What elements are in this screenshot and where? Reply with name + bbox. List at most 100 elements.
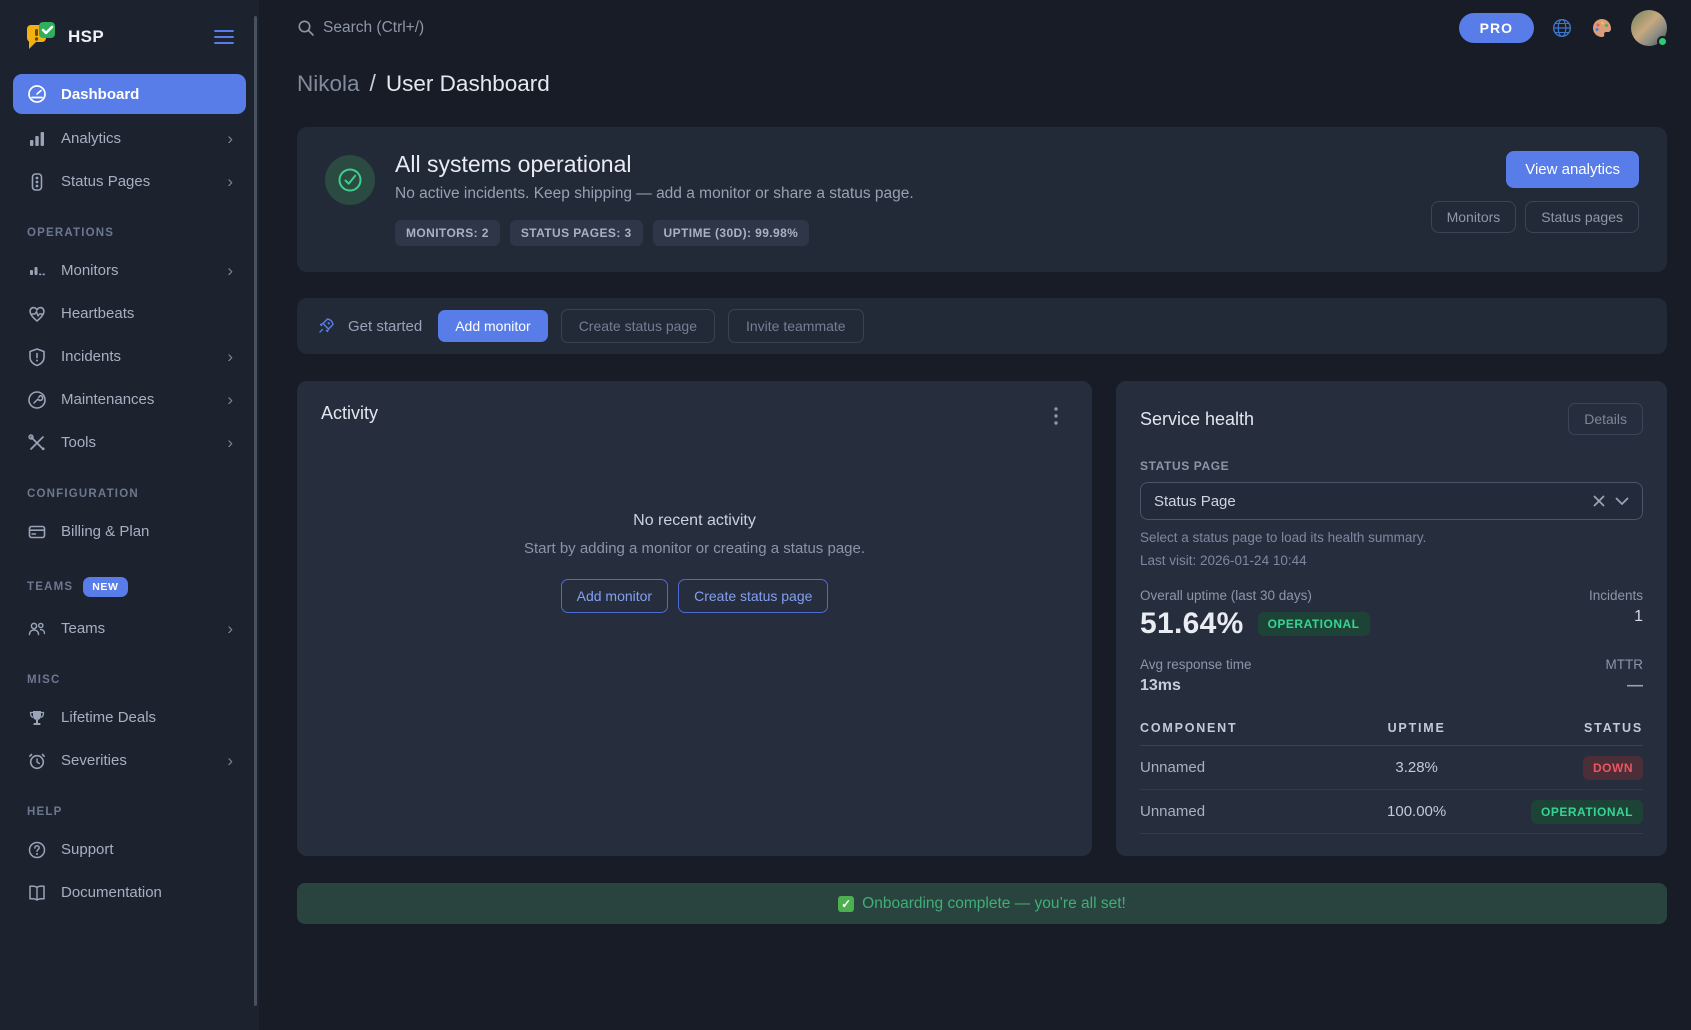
sidebar-item-monitors[interactable]: Monitors › <box>13 249 246 292</box>
section-label: OPERATIONS <box>27 227 114 239</box>
empty-create-status-page-button[interactable]: Create status page <box>678 579 828 613</box>
sidebar-item-label: Billing & Plan <box>61 523 233 540</box>
sidebar-item-tools[interactable]: Tools › <box>13 421 246 464</box>
details-button[interactable]: Details <box>1568 403 1643 435</box>
section-label: CONFIGURATION <box>27 488 139 500</box>
get-started-label: Get started <box>348 318 422 335</box>
chevron-right-icon: › <box>227 752 233 769</box>
sidebar-item-teams[interactable]: Teams › <box>13 607 246 650</box>
hamburger-menu-icon[interactable] <box>211 27 237 47</box>
create-status-page-button[interactable]: Create status page <box>561 309 715 343</box>
app-logo-icon <box>24 20 58 54</box>
tools-icon <box>26 433 47 453</box>
column-header-component: COMPONENT <box>1140 713 1341 746</box>
globe-icon[interactable] <box>1551 17 1573 39</box>
column-header-status: STATUS <box>1492 713 1643 746</box>
avg-response-value: 13ms <box>1140 677 1252 695</box>
table-row[interactable]: Unnamed 3.28% DOWN <box>1140 746 1643 790</box>
check-circle-icon <box>325 155 375 205</box>
avg-response-label: Avg response time <box>1140 657 1252 672</box>
down-status-badge: DOWN <box>1583 756 1643 780</box>
sidebar-item-label: Analytics <box>61 130 213 147</box>
theme-palette-icon[interactable] <box>1590 16 1614 40</box>
monitors-button[interactable]: Monitors <box>1431 201 1517 233</box>
sidebar-item-analytics[interactable]: Analytics › <box>13 117 246 160</box>
invite-teammate-button[interactable]: Invite teammate <box>728 309 864 343</box>
sidebar: HSP Dashboard Analytics › Status Pages ›… <box>0 0 259 1030</box>
sidebar-item-documentation[interactable]: Documentation <box>13 871 246 914</box>
chevron-right-icon: › <box>227 262 233 279</box>
chevron-right-icon: › <box>227 620 233 637</box>
sidebar-item-label: Maintenances <box>61 391 213 408</box>
onboarding-banner-text: Onboarding complete — you’re all set! <box>862 895 1126 913</box>
get-started-bar: Get started Add monitor Create status pa… <box>297 298 1667 354</box>
status-pages-button[interactable]: Status pages <box>1525 201 1639 233</box>
operational-status-badge: OPERATIONAL <box>1258 612 1370 636</box>
sidebar-item-maintenances[interactable]: Maintenances › <box>13 378 246 421</box>
app-logo-row: HSP <box>0 12 259 74</box>
status-page-select-label: STATUS PAGE <box>1140 459 1643 473</box>
sidebar-item-label: Incidents <box>61 348 213 365</box>
section-label: HELP <box>27 806 62 818</box>
empty-state-title: No recent activity <box>321 512 1068 530</box>
sidebar-item-severities[interactable]: Severities › <box>13 739 246 782</box>
breadcrumb-separator: / <box>370 70 376 97</box>
component-name-cell: Unnamed <box>1140 746 1341 790</box>
sidebar-item-lifetime-deals[interactable]: Lifetime Deals <box>13 696 246 739</box>
search-input[interactable] <box>323 19 623 37</box>
sidebar-item-label: Lifetime Deals <box>61 709 233 726</box>
sidebar-item-dashboard[interactable]: Dashboard <box>13 74 246 114</box>
sidebar-scrollbar[interactable] <box>254 16 257 1006</box>
clear-selection-icon[interactable] <box>1593 495 1605 507</box>
monitors-count-chip: MONITORS: 2 <box>395 220 500 246</box>
trophy-icon <box>26 708 47 728</box>
component-name-cell: Unnamed <box>1140 790 1341 834</box>
sidebar-item-label: Status Pages <box>61 173 213 190</box>
sidebar-section-help: HELP <box>27 806 259 818</box>
empty-add-monitor-button[interactable]: Add monitor <box>561 579 668 613</box>
app-title: HSP <box>68 27 201 47</box>
chevron-down-icon[interactable] <box>1615 497 1629 506</box>
view-analytics-button[interactable]: View analytics <box>1506 151 1639 188</box>
empty-state-subtitle: Start by adding a monitor or creating a … <box>321 540 1068 557</box>
sidebar-item-billing-plan[interactable]: Teams Billing & Plan <box>13 510 246 553</box>
mttr-label: MTTR <box>1606 657 1644 672</box>
sidebar-section-operations: OPERATIONS <box>27 227 259 239</box>
search-icon <box>297 19 315 37</box>
pro-plan-badge[interactable]: PRO <box>1459 13 1534 43</box>
status-pages-count-chip: STATUS PAGES: 3 <box>510 220 643 246</box>
rocket-icon <box>317 317 335 335</box>
activity-card: Activity No recent activity Start by add… <box>297 381 1092 856</box>
sidebar-item-label: Heartbeats <box>61 305 233 322</box>
sidebar-item-incidents[interactable]: Incidents › <box>13 335 246 378</box>
incidents-value: 1 <box>1589 608 1643 626</box>
add-monitor-button[interactable]: Add monitor <box>438 310 547 342</box>
sidebar-item-label: Teams <box>61 620 213 637</box>
status-page-select-value: Status Page <box>1154 493 1593 510</box>
service-health-title: Service health <box>1140 409 1254 430</box>
topbar: PRO <box>297 0 1667 56</box>
chevron-right-icon: › <box>227 348 233 365</box>
page-title: User Dashboard <box>386 71 550 97</box>
credit-card-icon <box>26 522 47 542</box>
status-page-select[interactable]: Status Page <box>1140 482 1643 520</box>
hero-chips: MONITORS: 2 STATUS PAGES: 3 UPTIME (30D)… <box>395 220 1411 246</box>
kebab-menu-icon[interactable] <box>1050 403 1062 429</box>
wrench-circle-icon <box>26 390 47 410</box>
mttr-value: — <box>1606 677 1644 695</box>
incidents-label: Incidents <box>1589 588 1643 603</box>
sidebar-item-support[interactable]: Support <box>13 828 246 871</box>
sidebar-item-status-pages[interactable]: Status Pages › <box>13 160 246 203</box>
search-box[interactable] <box>297 19 1459 37</box>
gauge-icon <box>26 84 47 104</box>
table-row[interactable]: Unnamed 100.00% OPERATIONAL <box>1140 790 1643 834</box>
user-avatar[interactable] <box>1631 10 1667 46</box>
sidebar-section-configuration: CONFIGURATION <box>27 488 259 500</box>
sidebar-item-label: Severities <box>61 752 213 769</box>
sidebar-item-heartbeats[interactable]: Heartbeats <box>13 292 246 335</box>
breadcrumb: Nikola / User Dashboard <box>297 70 1667 97</box>
chevron-right-icon: › <box>227 391 233 408</box>
component-uptime-cell: 100.00% <box>1341 790 1492 834</box>
sidebar-item-label: Tools <box>61 434 213 451</box>
breadcrumb-parent[interactable]: Nikola <box>297 71 360 97</box>
